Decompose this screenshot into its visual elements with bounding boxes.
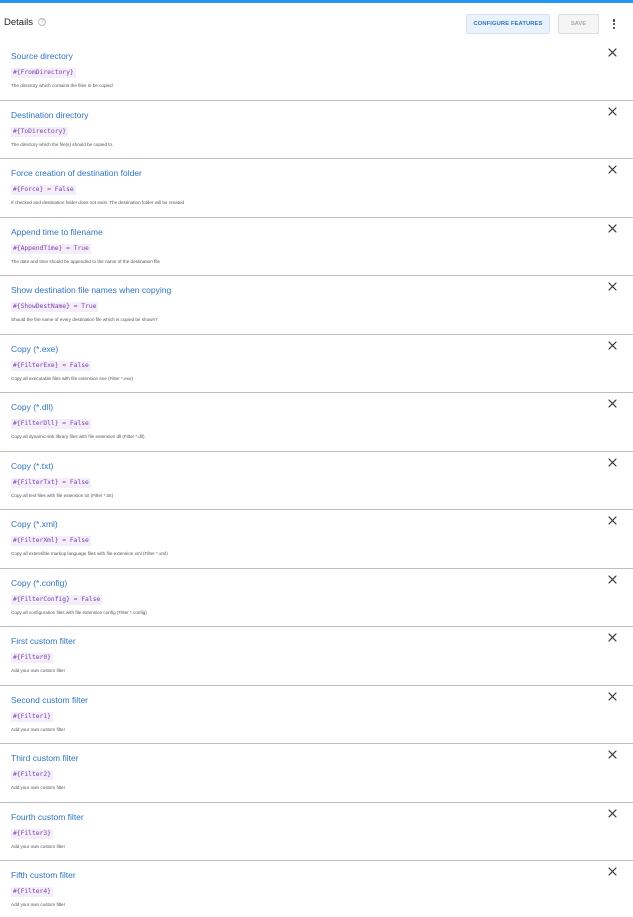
parameter-title[interactable]: Second custom filter	[11, 695, 633, 705]
parameter-variable: #{Filter0}	[11, 653, 53, 663]
close-icon[interactable]	[608, 282, 617, 291]
parameter-description: Copy all executable files with file exte…	[11, 375, 134, 381]
close-icon[interactable]	[608, 399, 617, 408]
close-icon[interactable]	[608, 106, 617, 116]
parameter-variable: #{FromDirectory}	[11, 68, 76, 78]
parameter-title[interactable]: Fourth custom filter	[11, 812, 633, 822]
parameter-title[interactable]: Fifth custom filter	[11, 870, 633, 880]
parameter-variable: #{Filter2}	[11, 770, 53, 780]
parameter-description: Copy all extensible markup language file…	[11, 551, 168, 556]
parameter-title[interactable]: Append time to filename	[11, 227, 633, 237]
kebab-dot	[612, 26, 616, 29]
close-icon[interactable]	[608, 633, 617, 642]
parameter-title[interactable]: Copy (*.txt)	[11, 461, 633, 471]
parameter-item: Fourth custom filter #{Filter3} Add your…	[0, 803, 633, 861]
parameter-list: Source directory #{FromDirectory} The di…	[0, 42, 633, 917]
parameter-title[interactable]: Force creation of destination folder	[11, 168, 633, 178]
parameter-description: Add your own custom filter	[11, 902, 66, 907]
parameter-variable: #{FilterXml} = False	[11, 536, 91, 546]
parameter-description: Copy all dynamic-link library files with…	[11, 434, 145, 439]
close-icon[interactable]	[608, 867, 617, 876]
parameter-item: Third custom filter #{Filter2} Add your …	[0, 744, 633, 803]
kebab-dot	[612, 22, 616, 26]
parameter-description: The date and time should be appended to …	[11, 258, 160, 264]
parameter-item: Fifth custom filter #{Filter4} Add your …	[0, 861, 633, 917]
parameter-variable: #{ToDirectory}	[11, 126, 69, 137]
close-icon[interactable]	[608, 516, 617, 525]
parameter-variable: #{FilterConfig} = False	[11, 594, 103, 605]
parameter-item: First custom filter #{Filter0} Add your …	[0, 627, 633, 686]
parameter-description: The directory which the file(s) should b…	[11, 141, 114, 147]
parameter-description: The directory which contains the files t…	[11, 83, 113, 88]
parameter-title[interactable]: Copy (*.config)	[11, 578, 633, 588]
parameter-title[interactable]: Copy (*.exe)	[11, 344, 633, 354]
parameter-description: Copy all configuration files with file e…	[11, 609, 147, 615]
parameter-variable: #{AppendTime} = True	[11, 243, 91, 254]
parameter-description: Add your own custom filter	[11, 668, 66, 673]
parameter-description: Copy all text files with file extension …	[11, 492, 114, 498]
parameter-item: Copy (*.txt) #{FilterTxt} = False Copy a…	[0, 452, 633, 510]
close-icon[interactable]	[608, 457, 617, 467]
kebab-dot	[612, 19, 616, 22]
parameter-description: Add your own custom filter	[11, 726, 66, 732]
parameter-title[interactable]: Third custom filter	[11, 753, 633, 763]
parameter-item: Force creation of destination folder #{F…	[0, 159, 633, 218]
info-icon[interactable]: ?	[38, 17, 47, 26]
close-icon[interactable]	[608, 223, 617, 233]
parameter-title[interactable]: Copy (*.xml)	[11, 519, 633, 529]
parameter-description: Should the the name of every destination…	[11, 317, 158, 322]
page-title: Details	[4, 17, 34, 28]
parameter-variable: #{Force} = False	[11, 185, 76, 195]
parameter-variable: #{Filter1}	[11, 711, 53, 722]
parameter-item: Copy (*.exe) #{FilterExe} = False Copy a…	[0, 335, 633, 393]
parameter-title[interactable]: Show destination file names when copying	[11, 285, 633, 295]
parameter-item: Second custom filter #{Filter1} Add your…	[0, 686, 633, 744]
parameter-variable: #{Filter3}	[11, 828, 53, 839]
parameter-description: If checked and destination folder does n…	[11, 200, 185, 205]
parameter-variable: #{FilterDll} = False	[11, 419, 91, 429]
parameter-title[interactable]: Source directory	[11, 51, 633, 61]
parameter-title[interactable]: First custom filter	[11, 636, 633, 646]
parameter-item: Show destination file names when copying…	[0, 276, 633, 335]
save-button[interactable]: SAVE	[558, 14, 599, 34]
parameter-item: Copy (*.config) #{FilterConfig} = False …	[0, 569, 633, 627]
parameter-description: Add your own custom filter	[11, 785, 66, 790]
close-icon[interactable]	[608, 691, 617, 701]
parameter-variable: #{FilterExe} = False	[11, 360, 91, 371]
details-header: Details ? CONFIGURE FEATURES SAVE	[0, 3, 633, 42]
parameter-variable: #{ShowDestName} = True	[11, 302, 99, 312]
parameter-item: Copy (*.dll) #{FilterDll} = False Copy a…	[0, 393, 633, 452]
close-icon[interactable]	[608, 808, 617, 818]
close-icon[interactable]	[608, 340, 617, 350]
kebab-menu-icon[interactable]	[611, 17, 617, 31]
parameter-item: Source directory #{FromDirectory} The di…	[0, 42, 633, 101]
close-icon[interactable]	[608, 574, 617, 584]
parameter-title[interactable]: Copy (*.dll)	[11, 402, 633, 412]
parameter-item: Copy (*.xml) #{FilterXml} = False Copy a…	[0, 510, 633, 569]
configure-features-button[interactable]: CONFIGURE FEATURES	[466, 14, 550, 34]
close-icon[interactable]	[608, 48, 617, 57]
parameter-item: Append time to filename #{AppendTime} = …	[0, 218, 633, 276]
parameter-description: Add your own custom filter	[11, 843, 66, 849]
parameter-variable: #{FilterTxt} = False	[11, 477, 91, 488]
parameter-variable: #{Filter4}	[11, 887, 53, 897]
close-icon[interactable]	[608, 750, 617, 759]
parameter-title[interactable]: Destination directory	[11, 110, 633, 120]
parameter-item: Destination directory #{ToDirectory} The…	[0, 101, 633, 159]
close-icon[interactable]	[608, 165, 617, 174]
